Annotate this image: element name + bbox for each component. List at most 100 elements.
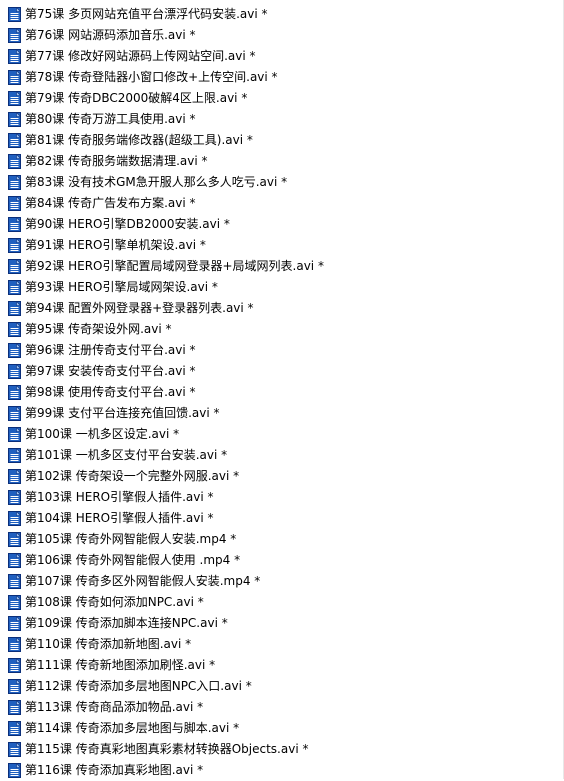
document-icon	[8, 28, 21, 43]
file-name: 第113课 传奇商品添加物品.avi *	[25, 700, 204, 714]
file-name: 第107课 传奇多区外网智能假人安装.mp4 *	[25, 574, 261, 588]
document-icon	[8, 385, 21, 400]
file-item[interactable]: 第101课 一机多区支付平台安装.avi *	[0, 445, 564, 466]
document-icon	[8, 175, 21, 190]
file-name: 第78课 传奇登陆器小窗口修改+上传空间.avi *	[25, 70, 278, 84]
file-name: 第98课 使用传奇支付平台.avi *	[25, 385, 196, 399]
file-item[interactable]: 第113课 传奇商品添加物品.avi *	[0, 697, 564, 718]
file-name: 第105课 传奇外网智能假人安装.mp4 *	[25, 532, 237, 546]
file-item[interactable]: 第95课 传奇架设外网.avi *	[0, 319, 564, 340]
file-item[interactable]: 第76课 网站源码添加音乐.avi *	[0, 25, 564, 46]
file-item[interactable]: 第82课 传奇服务端数据清理.avi *	[0, 151, 564, 172]
file-name: 第97课 安装传奇支付平台.avi *	[25, 364, 196, 378]
document-icon	[8, 238, 21, 253]
file-item[interactable]: 第83课 没有技术GM急开服人那么多人吃亏.avi *	[0, 172, 564, 193]
file-name: 第108课 传奇如何添加NPC.avi *	[25, 595, 204, 609]
file-item[interactable]: 第94课 配置外网登录器+登录器列表.avi *	[0, 298, 564, 319]
document-icon	[8, 448, 21, 463]
file-item[interactable]: 第84课 传奇广告发布方案.avi *	[0, 193, 564, 214]
file-name: 第79课 传奇DBC2000破解4区上限.avi *	[25, 91, 248, 105]
document-icon	[8, 91, 21, 106]
file-item[interactable]: 第104课 HERO引擎假人插件.avi *	[0, 508, 564, 529]
file-name: 第92课 HERO引擎配置局域网登录器+局域网列表.avi *	[25, 259, 324, 273]
file-name: 第104课 HERO引擎假人插件.avi *	[25, 511, 214, 525]
document-icon	[8, 742, 21, 757]
file-name: 第95课 传奇架设外网.avi *	[25, 322, 172, 336]
file-item[interactable]: 第77课 修改好网站源码上传网站空间.avi *	[0, 46, 564, 67]
document-icon	[8, 154, 21, 169]
file-name: 第114课 传奇添加多层地图与脚本.avi *	[25, 721, 240, 735]
file-item[interactable]: 第107课 传奇多区外网智能假人安装.mp4 *	[0, 571, 564, 592]
file-name: 第100课 一机多区设定.avi *	[25, 427, 180, 441]
document-icon	[8, 133, 21, 148]
file-item[interactable]: 第114课 传奇添加多层地图与脚本.avi *	[0, 718, 564, 739]
document-icon	[8, 553, 21, 568]
document-icon	[8, 700, 21, 715]
file-item[interactable]: 第75课 多页网站充值平台漂浮代码安装.avi *	[0, 4, 564, 25]
file-name: 第81课 传奇服务端修改器(超级工具).avi *	[25, 133, 253, 147]
file-item[interactable]: 第80课 传奇万游工具使用.avi *	[0, 109, 564, 130]
file-name: 第102课 传奇架设一个完整外网服.avi *	[25, 469, 240, 483]
file-item[interactable]: 第92课 HERO引擎配置局域网登录器+局域网列表.avi *	[0, 256, 564, 277]
document-icon	[8, 637, 21, 652]
file-name: 第103课 HERO引擎假人插件.avi *	[25, 490, 214, 504]
document-icon	[8, 301, 21, 316]
document-icon	[8, 721, 21, 736]
file-name: 第75课 多页网站充值平台漂浮代码安装.avi *	[25, 7, 268, 21]
file-item[interactable]: 第111课 传奇新地图添加刷怪.avi *	[0, 655, 564, 676]
file-item[interactable]: 第91课 HERO引擎单机架设.avi *	[0, 235, 564, 256]
file-item[interactable]: 第97课 安装传奇支付平台.avi *	[0, 361, 564, 382]
document-icon	[8, 280, 21, 295]
file-item[interactable]: 第116课 传奇添加真彩地图.avi *	[0, 760, 564, 781]
file-name: 第116课 传奇添加真彩地图.avi *	[25, 763, 204, 777]
file-item[interactable]: 第102课 传奇架设一个完整外网服.avi *	[0, 466, 564, 487]
file-item[interactable]: 第100课 一机多区设定.avi *	[0, 424, 564, 445]
file-name: 第109课 传奇添加脚本连接NPC.avi *	[25, 616, 228, 630]
file-item[interactable]: 第79课 传奇DBC2000破解4区上限.avi *	[0, 88, 564, 109]
file-item[interactable]: 第103课 HERO引擎假人插件.avi *	[0, 487, 564, 508]
document-icon	[8, 196, 21, 211]
file-item[interactable]: 第93课 HERO引擎局域网架设.avi *	[0, 277, 564, 298]
document-icon	[8, 217, 21, 232]
file-item[interactable]: 第108课 传奇如何添加NPC.avi *	[0, 592, 564, 613]
document-icon	[8, 490, 21, 505]
file-name: 第111课 传奇新地图添加刷怪.avi *	[25, 658, 216, 672]
file-name: 第115课 传奇真彩地图真彩素材转换器Objects.avi *	[25, 742, 309, 756]
file-item[interactable]: 第90课 HERO引擎DB2000安装.avi *	[0, 214, 564, 235]
document-icon	[8, 574, 21, 589]
file-item[interactable]: 第109课 传奇添加脚本连接NPC.avi *	[0, 613, 564, 634]
file-item[interactable]: 第96课 注册传奇支付平台.avi *	[0, 340, 564, 361]
file-name: 第82课 传奇服务端数据清理.avi *	[25, 154, 208, 168]
file-name: 第91课 HERO引擎单机架设.avi *	[25, 238, 206, 252]
file-item[interactable]: 第115课 传奇真彩地图真彩素材转换器Objects.avi *	[0, 739, 564, 760]
document-icon	[8, 70, 21, 85]
document-icon	[8, 469, 21, 484]
file-item[interactable]: 第78课 传奇登陆器小窗口修改+上传空间.avi *	[0, 67, 564, 88]
file-item[interactable]: 第110课 传奇添加新地图.avi *	[0, 634, 564, 655]
document-icon	[8, 511, 21, 526]
file-item[interactable]: 第98课 使用传奇支付平台.avi *	[0, 382, 564, 403]
document-icon	[8, 406, 21, 421]
file-name: 第101课 一机多区支付平台安装.avi *	[25, 448, 228, 462]
file-name: 第84课 传奇广告发布方案.avi *	[25, 196, 196, 210]
document-icon	[8, 616, 21, 631]
document-icon	[8, 7, 21, 22]
file-item[interactable]: 第81课 传奇服务端修改器(超级工具).avi *	[0, 130, 564, 151]
document-icon	[8, 49, 21, 64]
file-name: 第96课 注册传奇支付平台.avi *	[25, 343, 196, 357]
document-icon	[8, 763, 21, 778]
document-icon	[8, 532, 21, 547]
file-item[interactable]: 第105课 传奇外网智能假人安装.mp4 *	[0, 529, 564, 550]
document-icon	[8, 112, 21, 127]
file-name: 第99课 支付平台连接充值回馈.avi *	[25, 406, 220, 420]
file-name: 第110课 传奇添加新地图.avi *	[25, 637, 192, 651]
file-name: 第80课 传奇万游工具使用.avi *	[25, 112, 196, 126]
file-item[interactable]: 第112课 传奇添加多层地图NPC入口.avi *	[0, 676, 564, 697]
file-name: 第90课 HERO引擎DB2000安装.avi *	[25, 217, 230, 231]
file-item[interactable]: 第99课 支付平台连接充值回馈.avi *	[0, 403, 564, 424]
file-item[interactable]: 第106课 传奇外网智能假人使用 .mp4 *	[0, 550, 564, 571]
file-list: 第75课 多页网站充值平台漂浮代码安装.avi * 第76课 网站源码添加音乐.a…	[0, 4, 564, 781]
file-name: 第94课 配置外网登录器+登录器列表.avi *	[25, 301, 254, 315]
document-icon	[8, 343, 21, 358]
document-icon	[8, 259, 21, 274]
